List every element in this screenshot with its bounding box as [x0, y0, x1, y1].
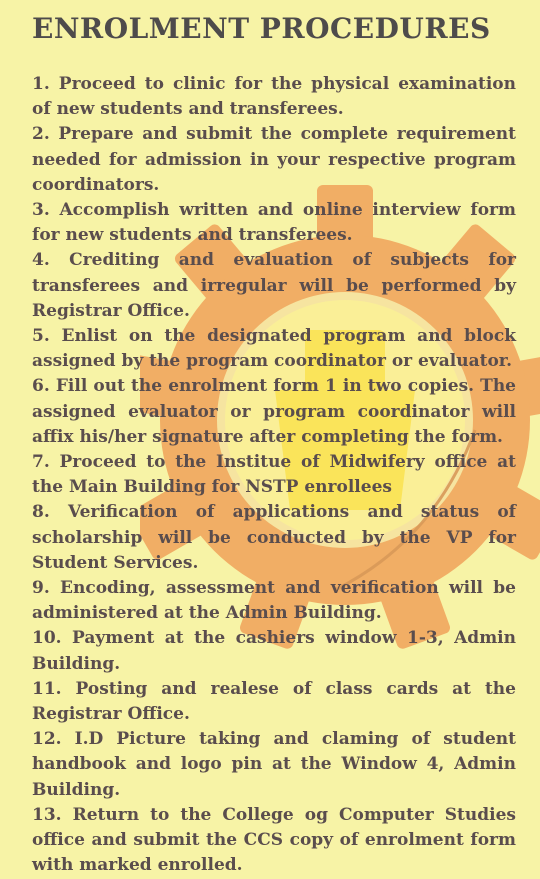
procedure-step: 6. Fill out the enrolment form 1 in two … [32, 376, 516, 447]
document-content: ENROLMENT PROCEDURES 1. Proceed to clini… [32, 6, 516, 879]
procedure-step: 9. Encoding, assessment and verification… [32, 578, 516, 624]
procedure-step: 13. Return to the College og Computer St… [32, 804, 516, 876]
procedure-step: 5. Enlist on the designated program and … [32, 326, 516, 372]
procedure-steps: 1. Proceed to clinic for the physical ex… [32, 72, 516, 879]
procedure-step: 3. Accomplish written and online intervi… [32, 200, 516, 246]
procedure-step: 4. Crediting and evaluation of subjects … [32, 250, 516, 321]
procedure-step: 1. Proceed to clinic for the physical ex… [32, 74, 516, 120]
procedure-step: 10. Payment at the cashiers window 1-3, … [32, 628, 516, 674]
procedure-step: 12. I.D Picture taking and claming of st… [32, 729, 516, 800]
page-title: ENROLMENT PROCEDURES [32, 12, 491, 45]
procedure-step: 2. Prepare and submit the complete requi… [32, 124, 516, 195]
procedure-step: 7. Proceed to the Institue of Midwifery … [32, 452, 516, 498]
procedure-step: 11. Posting and realese of class cards a… [32, 678, 516, 725]
procedure-step: 8. Verification of applications and stat… [32, 502, 516, 573]
